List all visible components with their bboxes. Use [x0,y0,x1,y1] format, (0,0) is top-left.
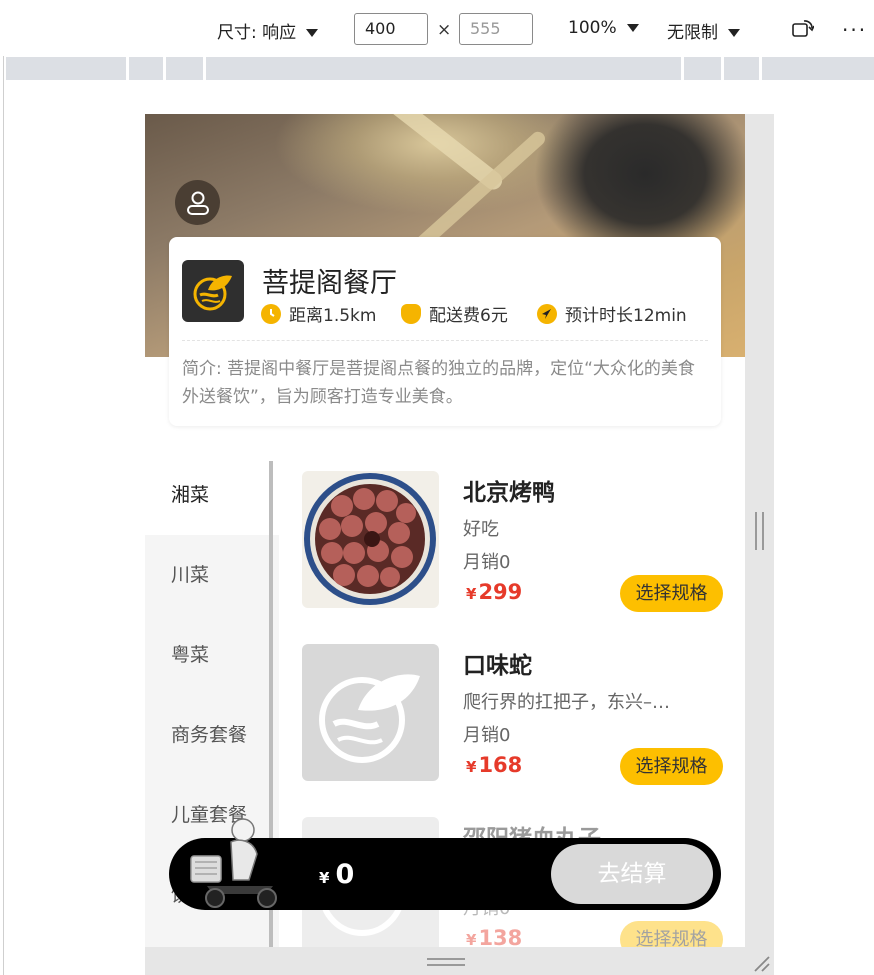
width-input[interactable]: 400 [354,13,428,45]
category-item[interactable]: 粤菜 [145,615,279,695]
category-item[interactable]: 川菜 [145,535,279,615]
select-spec-button[interactable]: 选择规格 [620,575,723,612]
ruler-divider [126,57,129,80]
checkout-button[interactable]: 去结算 [551,844,713,904]
delivery-fee-info: 配送费6元 [401,301,508,326]
resize-handle[interactable] [427,958,465,966]
shop-info-card: 菩提阁餐厅 距离1.5km 配送费6元 预计时长12min 简介: 菩提阁中餐厅… [169,237,721,426]
bowl-leaf-logo-icon [193,275,232,311]
dish-image-placeholder [302,644,439,781]
throttle-dropdown[interactable]: 无限制 [667,18,740,43]
user-avatar[interactable] [175,180,220,225]
dish-price: ¥138 [466,926,522,947]
throttle-label: 无限制 [667,23,718,43]
distance-info: 距离1.5km [261,301,376,326]
cart-total-value: 0 [335,859,355,890]
chevron-down-icon [306,29,319,37]
ruler-divider [681,57,684,80]
zoom-label: 100% [568,18,617,38]
clock-icon [261,303,281,324]
price-value: 168 [478,753,523,777]
ruler-divider [203,57,206,80]
rotate-icon[interactable] [792,18,814,38]
divider [182,340,708,341]
category-item[interactable]: 商务套餐 [145,695,279,775]
bowl-leaf-logo-icon [319,674,420,763]
times-sign: × [437,20,452,40]
eta-info: 预计时长12min [537,301,687,326]
eta-label: 预计时长12min [565,306,687,326]
device-bottom-resize-bar[interactable] [145,947,774,975]
delivery-fee-label: 配送费6元 [429,306,508,326]
dish-image [302,471,439,608]
dish-item[interactable]: 口味蛇 爬行界的扛把子，东兴–… 月销0 ¥168 选择规格 [302,644,723,785]
cart-total: ¥0 [319,859,354,890]
dish-name: 北京烤鸭 [463,480,555,506]
chevron-down-icon [626,24,639,32]
navigation-icon [537,303,557,324]
price-value: 299 [478,580,523,604]
banner-highlight [412,128,548,254]
dish-price: ¥168 [466,753,522,777]
zoom-dropdown[interactable]: 100% [568,18,639,38]
height-input[interactable]: 555 [459,13,533,45]
dish-name: 口味蛇 [463,653,532,679]
media-query-bar[interactable] [6,57,874,80]
shop-intro: 简介: 菩提阁中餐厅是菩提阁点餐的独立的品牌，定位“大众化的美食外送餐饮”，旨为… [182,359,695,407]
dimensions-label: 尺寸: 响应 [217,23,297,43]
more-options-icon[interactable]: ··· [842,18,867,42]
currency-symbol: ¥ [319,869,330,887]
ruler-divider [163,57,166,80]
device-viewport: 菩提阁餐厅 距离1.5km 配送费6元 预计时长12min 简介: 菩提阁中餐厅… [145,114,745,947]
select-spec-button[interactable]: 选择规格 [620,748,723,785]
money-bag-icon [401,303,421,324]
dimensions-dropdown[interactable]: 尺寸: 响应 [217,18,319,43]
select-spec-button[interactable]: 选择规格 [620,921,723,947]
chevron-down-icon [728,29,740,37]
corner-resize-icon[interactable] [752,954,770,972]
delivery-rider-icon [190,818,277,908]
dish-item[interactable]: 北京烤鸭 好吃 月销0 ¥299 选择规格 [302,471,723,612]
distance-label: 距离1.5km [289,306,377,326]
category-item[interactable]: 湘菜 [145,455,279,535]
currency-symbol: ¥ [466,931,477,947]
dish-sales: 月销0 [463,725,511,746]
currency-symbol: ¥ [466,758,477,776]
price-value: 138 [478,926,523,947]
cart-bar[interactable]: ¥0 去结算 [169,818,721,910]
dish-sales: 月销0 [463,552,511,573]
device-vertical-scrollbar[interactable] [745,114,774,947]
ruler-divider [759,57,762,80]
dish-description: 爬行界的扛把子，东兴–… [463,692,670,713]
resize-handle[interactable] [755,512,764,550]
device-toolbar: 尺寸: 响应 400 × 555 100% 无限制 ··· [0,0,874,56]
shop-logo [182,260,244,322]
dish-price: ¥299 [466,580,522,604]
currency-symbol: ¥ [466,585,477,603]
dish-description: 好吃 [463,519,499,540]
ruler-divider [721,57,724,80]
shop-name: 菩提阁餐厅 [262,268,397,299]
user-icon [186,191,209,215]
